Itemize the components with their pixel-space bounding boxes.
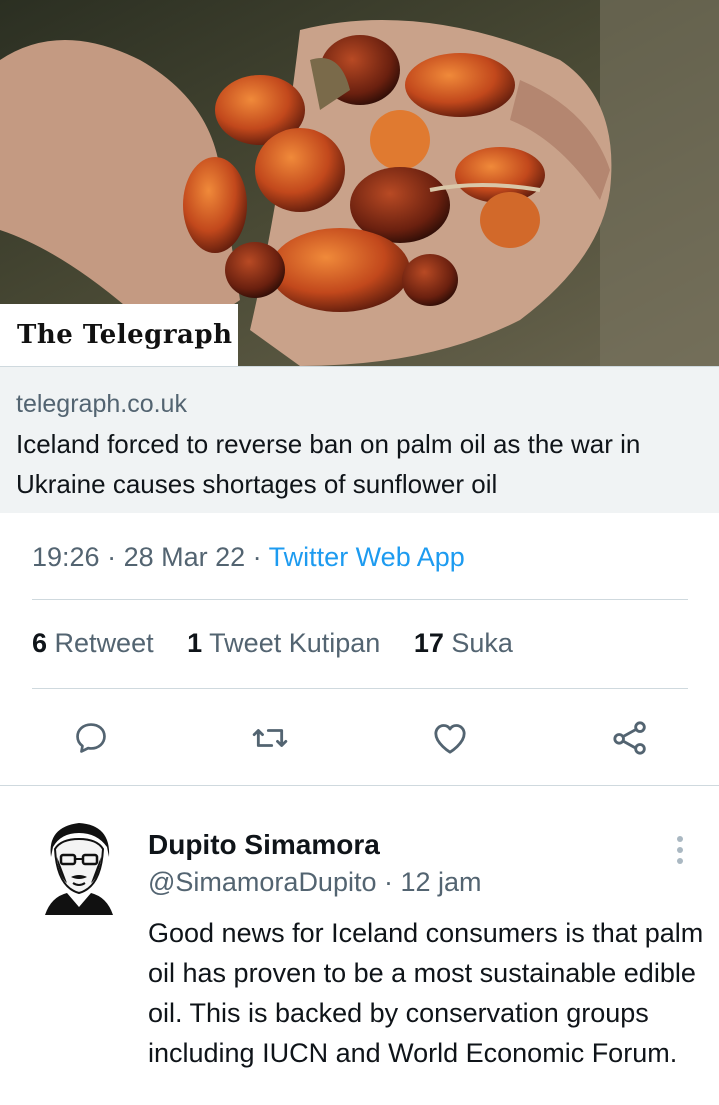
retweet-label: Retweet — [54, 628, 154, 658]
more-dot-icon — [677, 847, 683, 853]
more-options-button[interactable] — [662, 830, 698, 870]
retweet-button[interactable] — [242, 710, 298, 766]
like-count-link[interactable]: 17 Suka — [414, 621, 513, 665]
quote-tweet-label: Tweet Kutipan — [209, 628, 381, 658]
divider — [0, 785, 719, 786]
quote-tweet-count-link[interactable]: 1 Tweet Kutipan — [187, 621, 380, 665]
retweet-icon — [252, 729, 288, 747]
separator: · — [245, 542, 269, 572]
share-button[interactable] — [602, 710, 658, 766]
link-preview-card[interactable]: The Telegraph telegraph.co.uk Iceland fo… — [0, 0, 719, 513]
more-dot-icon — [677, 836, 683, 842]
divider — [32, 688, 688, 689]
card-meta: telegraph.co.uk Iceland forced to revers… — [0, 366, 719, 513]
divider — [32, 599, 688, 600]
reply-time[interactable]: 12 jam — [401, 867, 482, 897]
reply-tweet[interactable]: Dupito Simamora @SimamoraDupito · 12 jam… — [0, 800, 719, 1105]
reply-text: Good news for Iceland consumers is that … — [148, 918, 704, 1068]
tweet-source-link[interactable]: Twitter Web App — [269, 542, 465, 572]
quote-tweet-count: 1 — [187, 628, 203, 658]
like-heart-icon — [434, 724, 466, 754]
card-domain: telegraph.co.uk — [16, 390, 187, 418]
separator: · — [376, 867, 401, 897]
more-dot-icon — [677, 858, 683, 864]
reply-author-handle[interactable]: @SimamoraDupito — [148, 867, 377, 897]
retweet-count-link[interactable]: 6 Retweet — [32, 621, 154, 665]
tweet-time[interactable]: 19:26 — [32, 542, 100, 572]
like-button[interactable] — [422, 710, 478, 766]
reply-button[interactable] — [63, 710, 119, 766]
separator: · — [99, 542, 124, 572]
like-count: 17 — [413, 628, 444, 658]
tweet-timestamp-row: 19:26 · 28 Mar 22 · Twitter Web App — [32, 535, 465, 579]
avatar[interactable] — [37, 817, 121, 915]
reply-handle-line: @SimamoraDupito · 12 jam — [148, 862, 482, 902]
tweet-stats-row: 6 Retweet 1 Tweet Kutipan 17 Suka — [32, 621, 539, 665]
tweet-action-bar — [0, 710, 719, 766]
like-label: Suka — [451, 628, 513, 658]
tweet-date[interactable]: 28 Mar 22 — [124, 542, 246, 572]
publisher-logo: The Telegraph — [0, 304, 238, 366]
reply-icon — [76, 723, 106, 753]
card-title[interactable]: Iceland forced to reverse ban on palm oi… — [16, 424, 703, 504]
share-icon — [613, 721, 646, 755]
retweet-count: 6 — [32, 628, 48, 658]
reply-author-name[interactable]: Dupito Simamora — [148, 825, 380, 865]
